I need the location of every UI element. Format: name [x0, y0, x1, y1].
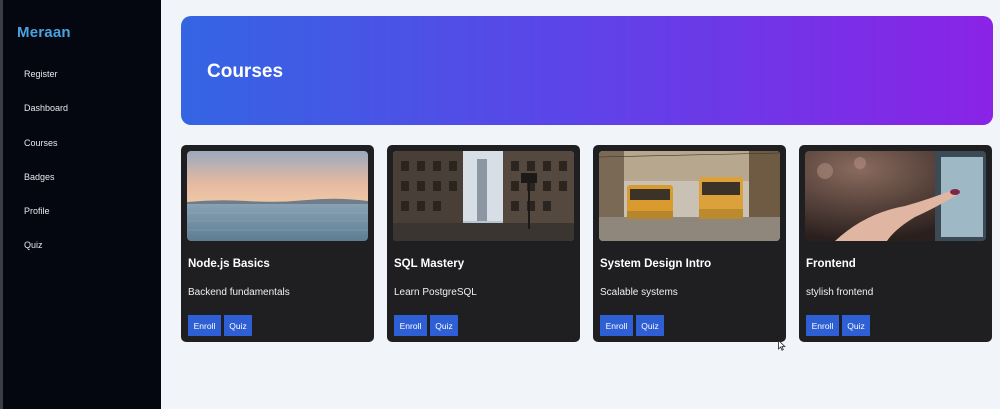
course-title: Node.js Basics [188, 258, 270, 270]
quiz-button[interactable]: Quiz [842, 315, 870, 336]
course-image-sea [187, 151, 368, 241]
course-image-city [393, 151, 574, 241]
brand-logo[interactable]: Meraan [17, 24, 71, 41]
course-image-touchscreen [805, 151, 986, 241]
enroll-button[interactable]: Enroll [188, 315, 221, 336]
page-title: Courses [207, 61, 284, 82]
sidebar-item-profile[interactable]: Profile [24, 206, 50, 216]
course-card-frontend: Frontend stylish frontend Enroll Quiz [799, 145, 992, 342]
quiz-button[interactable]: Quiz [430, 315, 458, 336]
sidebar-item-courses[interactable]: Courses [24, 138, 58, 148]
course-card-sql: SQL Mastery Learn PostgreSQL Enroll Quiz [387, 145, 580, 342]
sidebar: Meraan Register Dashboard Courses Badges… [0, 0, 161, 409]
sidebar-item-quiz[interactable]: Quiz [24, 240, 43, 250]
course-description: stylish frontend [806, 287, 874, 298]
page-header-banner: Courses [181, 16, 993, 125]
course-title: Frontend [806, 258, 856, 270]
course-card-system-design: System Design Intro Scalable systems Enr… [593, 145, 786, 342]
quiz-button[interactable]: Quiz [224, 315, 252, 336]
sidebar-item-register[interactable]: Register [24, 69, 58, 79]
course-card-nodejs: Node.js Basics Backend fundamentals Enro… [181, 145, 374, 342]
enroll-button[interactable]: Enroll [394, 315, 427, 336]
course-description: Learn PostgreSQL [394, 287, 477, 298]
sidebar-item-badges[interactable]: Badges [24, 172, 55, 182]
sidebar-item-dashboard[interactable]: Dashboard [24, 103, 68, 113]
quiz-button[interactable]: Quiz [636, 315, 664, 336]
course-image-trams [599, 151, 780, 241]
course-description: Scalable systems [600, 287, 678, 298]
course-description: Backend fundamentals [188, 287, 290, 298]
course-title: System Design Intro [600, 258, 712, 270]
enroll-button[interactable]: Enroll [806, 315, 839, 336]
enroll-button[interactable]: Enroll [600, 315, 633, 336]
course-title: SQL Mastery [394, 258, 465, 270]
mouse-cursor-icon [778, 338, 786, 356]
